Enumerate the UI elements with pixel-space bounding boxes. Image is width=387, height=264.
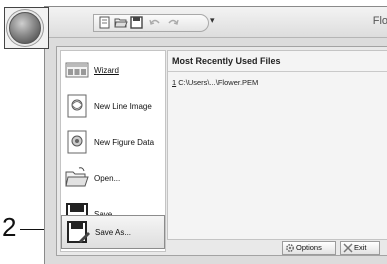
save-as-icon	[67, 221, 90, 243]
new-line-image-icon	[67, 94, 87, 118]
recent-files-header: Most Recently Used Files	[168, 51, 387, 72]
exit-label: Exit	[354, 243, 367, 252]
open-file-icon[interactable]	[114, 16, 128, 29]
menu-item-label: New Line Image	[94, 102, 152, 111]
menu-item-open[interactable]: Open...	[61, 161, 165, 197]
window-title: Flo	[372, 15, 387, 27]
application-menu-button[interactable]	[9, 12, 41, 44]
menu-item-label: Wizard	[94, 66, 119, 75]
save-icon[interactable]	[130, 16, 144, 29]
menu-command-list: Wizard New Line Image New Figure Data Op…	[60, 50, 166, 252]
undo-icon[interactable]	[148, 16, 162, 29]
callout-number-2: 2	[2, 212, 17, 242]
folder-open-icon	[65, 167, 89, 187]
redo-icon[interactable]	[166, 16, 180, 29]
qat-customize-dropdown[interactable]: ▾	[210, 15, 215, 26]
recent-file-item[interactable]: 1 C:\Users\...\Flower.PEM	[172, 78, 258, 87]
new-figure-data-icon	[67, 130, 87, 154]
recent-file-path: C:\Users\...\Flower.PEM	[178, 78, 259, 87]
menu-item-label: Open...	[94, 174, 121, 183]
options-label: Options	[296, 243, 322, 252]
menu-item-save-as[interactable]: Save As...	[61, 215, 165, 249]
menu-footer: Options Exit	[167, 241, 387, 255]
recent-file-index: 1	[172, 78, 177, 87]
menu-item-new-line-image[interactable]: New Line Image	[61, 89, 165, 125]
wizard-icon	[65, 62, 89, 78]
title-bar: ▾ Flo	[45, 7, 387, 38]
menu-item-label: Save As...	[95, 228, 132, 237]
quick-access-toolbar	[93, 14, 209, 32]
application-menu: Wizard New Line Image New Figure Data Op…	[56, 46, 387, 256]
recent-files-panel: Most Recently Used Files 1 C:\Users\...\…	[167, 50, 387, 240]
menu-item-label: New Figure Data	[94, 138, 155, 147]
options-button[interactable]: Options	[282, 241, 336, 255]
new-file-icon[interactable]	[98, 16, 112, 29]
close-icon	[343, 243, 353, 253]
application-window: ▾ Flo Wizard New Line Image New Figure D…	[44, 6, 387, 264]
gear-icon	[286, 244, 294, 252]
menu-item-new-figure-data[interactable]: New Figure Data	[61, 125, 165, 161]
exit-button[interactable]: Exit	[340, 241, 380, 255]
menu-item-wizard[interactable]: Wizard	[61, 53, 165, 89]
